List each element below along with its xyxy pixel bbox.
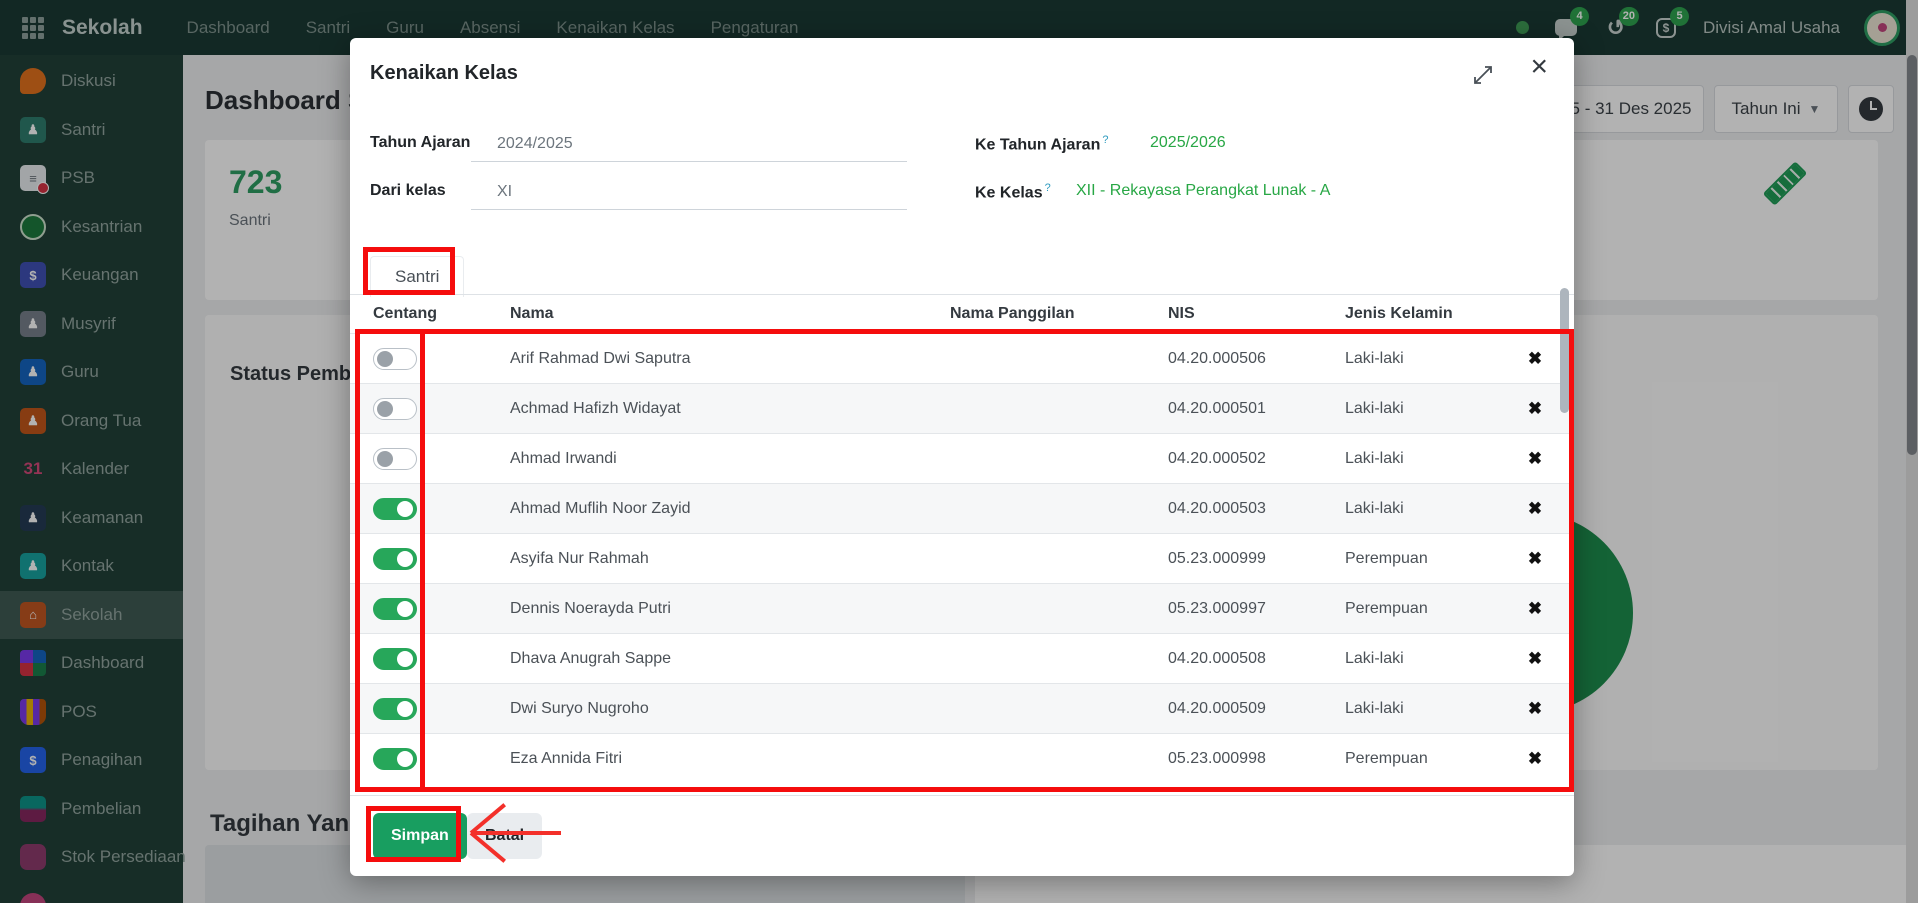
header-jenis-kelamin: Jenis Kelamin [1345,296,1453,332]
row-toggle[interactable] [373,448,417,470]
table-row: Dhava Anugrah Sappe 04.20.000508 Laki-la… [350,633,1574,683]
toggle-knob [397,651,413,667]
table-row: Asyifa Nur Rahmah 05.23.000999 Perempuan… [350,533,1574,583]
page: Sekolah DashboardSantriGuruAbsensiKenaik… [0,0,1918,903]
toggle-knob [397,701,413,717]
table-row: Arif Rahmad Dwi Saputra 04.20.000506 Lak… [350,333,1574,383]
row-toggle[interactable] [373,598,417,620]
batal-button[interactable]: Batal [467,813,542,859]
row-toggle[interactable] [373,698,417,720]
cell-nama: Eza Annida Fitri [510,734,622,783]
cell-jenis-kelamin: Perempuan [1345,734,1428,783]
cell-jenis-kelamin: Laki-laki [1345,334,1404,383]
remove-row-icon[interactable]: ✖ [1528,749,1542,769]
header-nama-panggilan: Nama Panggilan [950,296,1074,332]
cell-jenis-kelamin: Laki-laki [1345,634,1404,683]
cell-nis: 04.20.000506 [1168,334,1266,383]
cell-jenis-kelamin: Perempuan [1345,584,1428,633]
table-row: Eza Annida Fitri 05.23.000998 Perempuan … [350,733,1574,783]
table-row: Dwi Suryo Nugroho 04.20.000509 Laki-laki… [350,683,1574,733]
cell-nis: 05.23.000999 [1168,534,1266,583]
help-icon[interactable]: ? [1045,182,1051,194]
table-header: Centang Nama Nama Panggilan NIS Jenis Ke… [350,296,1574,332]
header-centang: Centang [373,296,437,332]
tab-santri[interactable]: Santri [370,256,464,297]
simpan-button[interactable]: Simpan [373,813,467,859]
header-nis: NIS [1168,296,1195,332]
row-toggle[interactable] [373,348,417,370]
remove-row-icon[interactable]: ✖ [1528,549,1542,569]
form-row-2: Dari kelas Ke Kelas? XII - Rekayasa Pera… [350,174,1574,214]
cell-jenis-kelamin: Laki-laki [1345,384,1404,433]
remove-row-icon[interactable]: ✖ [1528,649,1542,669]
ke-kelas-label: Ke Kelas? [975,182,1051,202]
cell-nis: 05.23.000997 [1168,584,1266,633]
remove-row-icon[interactable]: ✖ [1528,599,1542,619]
help-icon[interactable]: ? [1102,134,1108,146]
tahun-ajaran-input[interactable] [471,126,907,162]
ke-tahun-ajaran-label: Ke Tahun Ajaran? [975,134,1108,154]
cell-jenis-kelamin: Perempuan [1345,534,1428,583]
cell-nama: Ahmad Muflih Noor Zayid [510,484,691,533]
cell-nama: Dwi Suryo Nugroho [510,684,649,733]
modal-title: Kenaikan Kelas [370,62,518,85]
table-row: Dennis Noerayda Putri 05.23.000997 Perem… [350,583,1574,633]
row-toggle[interactable] [373,748,417,770]
toggle-knob [397,751,413,767]
tab-bar-divider [350,294,1574,295]
cell-jenis-kelamin: Laki-laki [1345,484,1404,533]
form-row-1: Tahun Ajaran Ke Tahun Ajaran? 2025/2026 [350,126,1574,166]
toggle-knob [377,351,393,367]
cell-nis: 04.20.000509 [1168,684,1266,733]
remove-row-icon[interactable]: ✖ [1528,349,1542,369]
remove-row-icon[interactable]: ✖ [1528,399,1542,419]
cell-nama: Achmad Hafizh Widayat [510,384,681,433]
cell-nama: Dhava Anugrah Sappe [510,634,671,683]
dari-kelas-label: Dari kelas [370,182,446,200]
kenaikan-kelas-modal: Kenaikan Kelas × Tahun Ajaran Ke Tahun A… [350,38,1574,876]
cell-nama: Dennis Noerayda Putri [510,584,671,633]
row-toggle[interactable] [373,648,417,670]
row-toggle[interactable] [373,498,417,520]
cell-nama: Asyifa Nur Rahmah [510,534,649,583]
toggle-knob [397,551,413,567]
table-row: Achmad Hafizh Widayat 04.20.000501 Laki-… [350,383,1574,433]
dari-kelas-input[interactable] [471,174,907,210]
toggle-knob [397,601,413,617]
ke-tahun-ajaran-value[interactable]: 2025/2026 [1150,134,1226,152]
modal-footer: Simpan Batal [350,795,1574,876]
cell-nis: 04.20.000501 [1168,384,1266,433]
ke-kelas-value[interactable]: XII - Rekayasa Perangkat Lunak - A [1076,182,1330,200]
cell-nis: 04.20.000502 [1168,434,1266,483]
modal-scrollbar-thumb[interactable] [1560,288,1569,413]
table-row: Ahmad Irwandi 04.20.000502 Laki-laki ✖ [350,433,1574,483]
header-nama: Nama [510,296,554,332]
table-row: Ahmad Muflih Noor Zayid 04.20.000503 Lak… [350,483,1574,533]
remove-row-icon[interactable]: ✖ [1528,449,1542,469]
tahun-ajaran-label: Tahun Ajaran [370,134,470,152]
cell-nama: Ahmad Irwandi [510,434,617,483]
row-toggle[interactable] [373,398,417,420]
close-icon[interactable]: × [1530,52,1548,82]
cell-nis: 05.23.000998 [1168,734,1266,783]
toggle-knob [397,501,413,517]
cell-jenis-kelamin: Laki-laki [1345,684,1404,733]
expand-icon[interactable] [1472,64,1494,86]
cell-nis: 04.20.000508 [1168,634,1266,683]
toggle-knob [377,401,393,417]
cell-nama: Arif Rahmad Dwi Saputra [510,334,691,383]
row-toggle[interactable] [373,548,417,570]
cell-nis: 04.20.000503 [1168,484,1266,533]
remove-row-icon[interactable]: ✖ [1528,699,1542,719]
remove-row-icon[interactable]: ✖ [1528,499,1542,519]
santri-table-rows: Arif Rahmad Dwi Saputra 04.20.000506 Lak… [350,333,1574,783]
toggle-knob [377,451,393,467]
cell-jenis-kelamin: Laki-laki [1345,434,1404,483]
